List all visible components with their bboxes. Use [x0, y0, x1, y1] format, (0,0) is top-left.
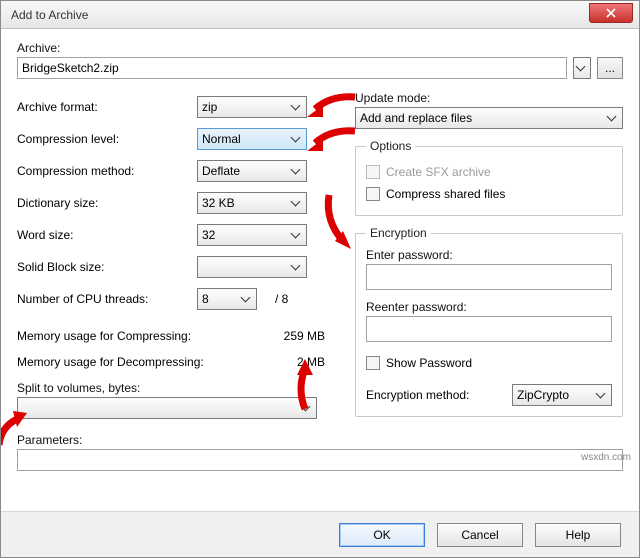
mem-compress-value: 259 MB [284, 329, 325, 343]
word-size-combo[interactable]: 32 [197, 224, 307, 246]
chevron-down-icon [291, 197, 301, 207]
left-column: Archive format: zip Compression level: N… [17, 91, 337, 427]
ellipsis-icon: ... [605, 61, 615, 75]
compression-level-combo[interactable]: Normal [197, 128, 307, 150]
mem-compress-label: Memory usage for Compressing: [17, 329, 191, 343]
split-combo[interactable] [17, 397, 317, 419]
browse-button[interactable]: ... [597, 57, 623, 79]
mem-decompress-value: 2 MB [297, 355, 325, 369]
compression-level-value: Normal [202, 132, 241, 146]
reenter-password-label: Reenter password: [366, 300, 612, 314]
parameters-label: Parameters: [17, 433, 623, 447]
enter-password-label: Enter password: [366, 248, 612, 262]
dialog-window: Add to Archive Archive: ... Archive form… [0, 0, 640, 558]
chevron-down-icon [241, 293, 251, 303]
archive-path-input[interactable] [17, 57, 567, 79]
compression-method-value: Deflate [202, 164, 240, 178]
ok-button[interactable]: OK [339, 523, 425, 547]
help-button[interactable]: Help [535, 523, 621, 547]
chevron-down-icon [291, 229, 301, 239]
word-size-label: Word size: [17, 228, 197, 242]
window-title: Add to Archive [11, 8, 88, 22]
chevron-down-icon [301, 402, 311, 412]
split-label: Split to volumes, bytes: [17, 381, 337, 395]
dictionary-size-combo[interactable]: 32 KB [197, 192, 307, 214]
update-mode-label: Update mode: [355, 91, 623, 105]
create-sfx-checkbox [366, 165, 380, 179]
reenter-password-input[interactable] [366, 316, 612, 342]
chevron-down-icon [576, 62, 586, 72]
archive-format-label: Archive format: [17, 100, 197, 114]
parameters-input[interactable] [17, 449, 623, 471]
encryption-legend: Encryption [366, 226, 431, 240]
right-column: Update mode: Add and replace files Optio… [355, 91, 623, 427]
ok-button-label: OK [373, 528, 390, 542]
cancel-button[interactable]: Cancel [437, 523, 523, 547]
cpu-threads-value: 8 [202, 292, 209, 306]
encryption-method-combo[interactable]: ZipCrypto [512, 384, 612, 406]
options-legend: Options [366, 139, 415, 153]
encryption-method-label: Encryption method: [366, 388, 469, 402]
close-button[interactable] [589, 3, 633, 23]
chevron-down-icon [291, 133, 301, 143]
titlebar: Add to Archive [1, 1, 639, 29]
compression-method-label: Compression method: [17, 164, 197, 178]
cancel-button-label: Cancel [461, 528, 498, 542]
word-size-value: 32 [202, 228, 215, 242]
chevron-down-icon [596, 389, 606, 399]
chevron-down-icon [291, 261, 301, 271]
archive-history-dropdown[interactable] [573, 57, 591, 79]
enter-password-input[interactable] [366, 264, 612, 290]
cpu-threads-label: Number of CPU threads: [17, 292, 197, 306]
archive-label: Archive: [17, 41, 623, 55]
encryption-method-value: ZipCrypto [517, 388, 569, 402]
compress-shared-label: Compress shared files [386, 187, 505, 201]
help-button-label: Help [566, 528, 591, 542]
solid-block-label: Solid Block size: [17, 260, 197, 274]
chevron-down-icon [291, 165, 301, 175]
update-mode-combo[interactable]: Add and replace files [355, 107, 623, 129]
archive-format-value: zip [202, 100, 217, 114]
dictionary-size-value: 32 KB [202, 196, 235, 210]
close-icon [606, 8, 616, 18]
compress-shared-checkbox[interactable] [366, 187, 380, 201]
compression-method-combo[interactable]: Deflate [197, 160, 307, 182]
chevron-down-icon [291, 101, 301, 111]
encryption-group: Encryption Enter password: Reenter passw… [355, 226, 623, 417]
show-password-checkbox[interactable] [366, 356, 380, 370]
solid-block-combo[interactable] [197, 256, 307, 278]
button-bar: OK Cancel Help [1, 511, 639, 557]
chevron-down-icon [607, 112, 617, 122]
cpu-threads-max: / 8 [275, 292, 288, 306]
compression-level-label: Compression level: [17, 132, 197, 146]
update-mode-value: Add and replace files [360, 111, 472, 125]
cpu-threads-combo[interactable]: 8 [197, 288, 257, 310]
archive-format-combo[interactable]: zip [197, 96, 307, 118]
create-sfx-label: Create SFX archive [386, 165, 491, 179]
mem-decompress-label: Memory usage for Decompressing: [17, 355, 204, 369]
dialog-content: Archive: ... Archive format: zip Compres… [1, 29, 639, 511]
options-group: Options Create SFX archive Compress shar… [355, 139, 623, 216]
dictionary-size-label: Dictionary size: [17, 196, 197, 210]
show-password-label: Show Password [386, 356, 472, 370]
